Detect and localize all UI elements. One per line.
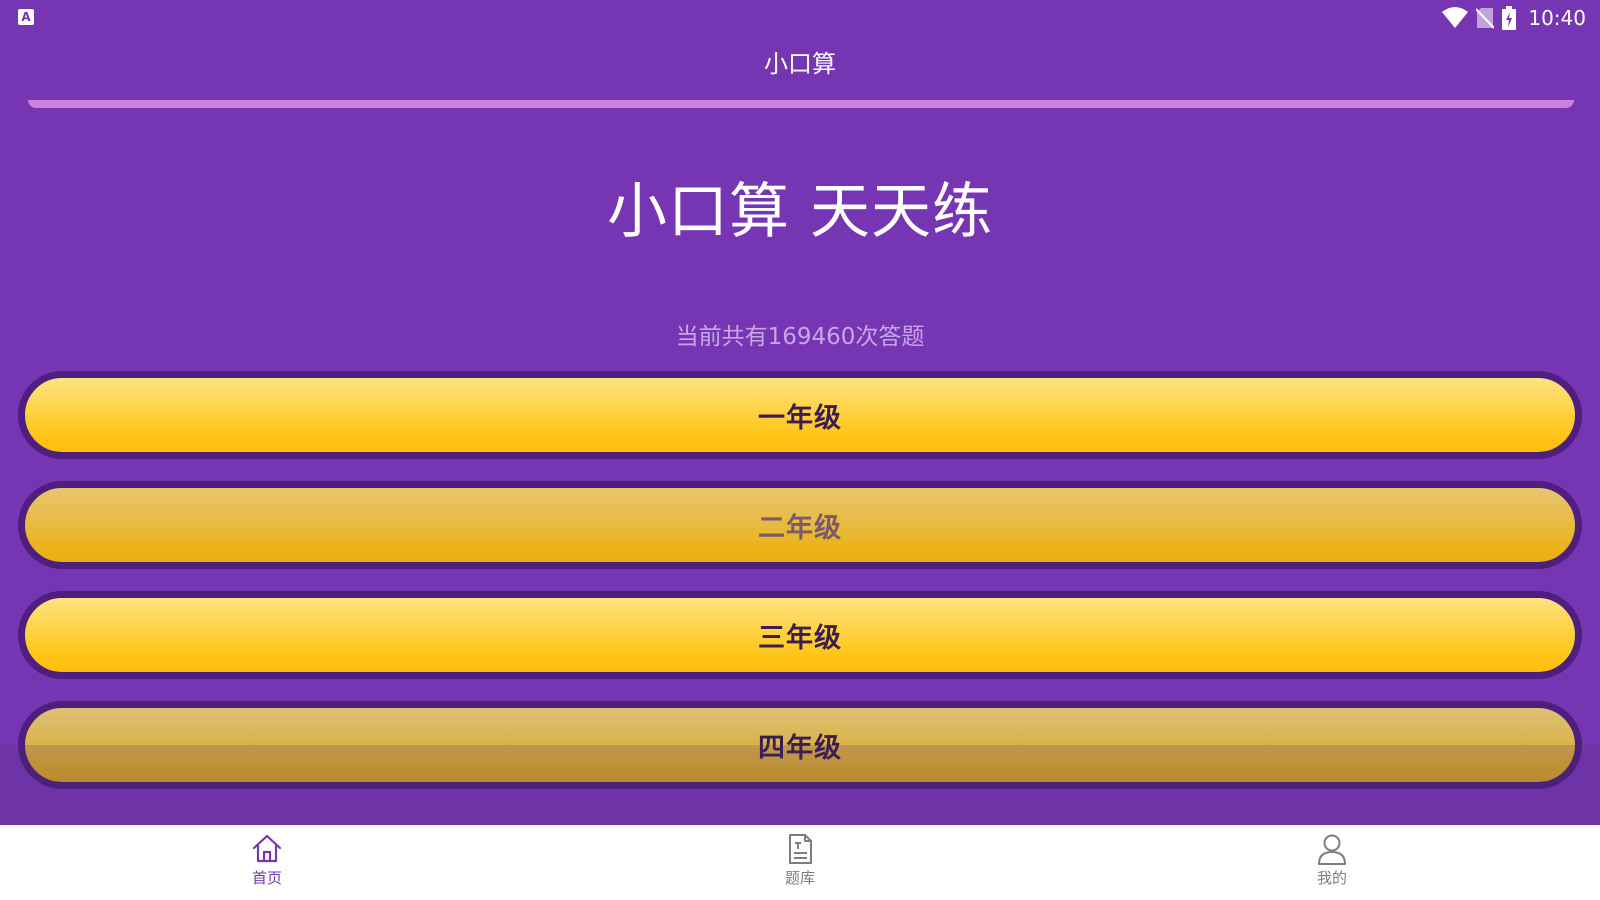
header-divider — [28, 100, 1574, 108]
answer-count-text: 当前共有169460次答题 — [675, 324, 925, 350]
grade-4-label: 四年级 — [758, 732, 842, 764]
grade-3-label: 三年级 — [758, 622, 842, 654]
hero-title: 小口算 天天练 — [606, 177, 994, 247]
nav-label-home: 首页 — [251, 869, 282, 887]
wifi-icon — [1442, 7, 1469, 28]
user-icon — [1318, 834, 1346, 865]
grade-2-label: 二年级 — [758, 512, 842, 544]
grade-1-label: 一年级 — [758, 402, 842, 434]
battery-charging-icon — [1502, 6, 1517, 30]
status-bar: A 10:40 — [0, 0, 1600, 36]
nav-item-question-bank[interactable]: 题库 — [740, 833, 860, 895]
grade-1-button[interactable]: 一年级 — [18, 371, 1582, 459]
home-icon — [252, 834, 282, 863]
grade-3-button[interactable]: 三年级 — [18, 591, 1582, 679]
no-sim-icon — [1476, 8, 1495, 29]
nav-item-mine[interactable]: 我的 — [1272, 833, 1392, 895]
status-clock: 10:40 — [1528, 6, 1586, 30]
nav-label-mine: 我的 — [1316, 869, 1347, 887]
app-screen: A 10:40 小口算 小口算 天天练 当前共有169460次答题 一年级 二年… — [0, 0, 1600, 900]
document-icon — [789, 834, 812, 864]
a-app-icon: A — [18, 9, 34, 25]
grade-4-button[interactable]: 四年级 — [18, 701, 1582, 789]
grade-2-button[interactable]: 二年级 — [18, 481, 1582, 569]
page-title: 小口算 — [764, 50, 836, 78]
nav-item-home[interactable]: 首页 — [207, 833, 327, 895]
nav-label-question-bank: 题库 — [784, 869, 815, 887]
status-icons: 10:40 — [1442, 4, 1586, 32]
bottom-nav: 首页 题库 我的 — [0, 825, 1600, 900]
